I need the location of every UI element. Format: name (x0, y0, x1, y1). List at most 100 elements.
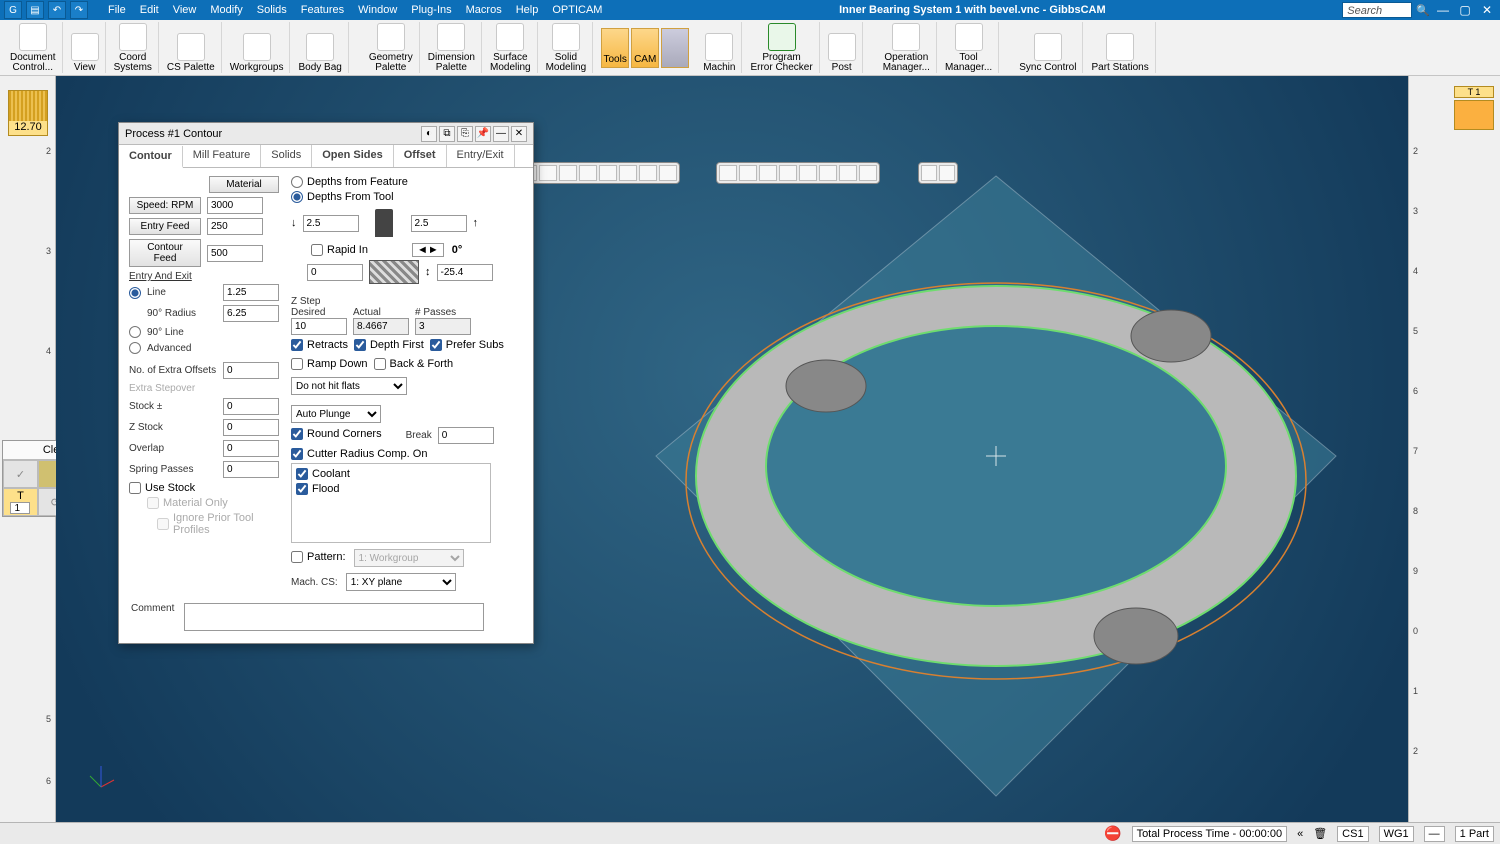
vt1-btn5[interactable] (599, 165, 617, 181)
radius-input[interactable] (223, 305, 279, 322)
clear-tool-t[interactable]: T (3, 488, 38, 516)
crc-check[interactable] (291, 448, 303, 460)
bottom-depth-1-input[interactable] (307, 264, 363, 281)
menu-file[interactable]: File (108, 4, 126, 16)
clear-tool-value[interactable] (10, 502, 30, 514)
menu-modify[interactable]: Modify (210, 4, 242, 16)
round-corners-check[interactable] (291, 428, 303, 440)
radio-90line[interactable] (129, 326, 141, 338)
contour-feed-input[interactable] (207, 245, 263, 262)
ribbon-solid-modeling[interactable]: SolidModeling (540, 22, 594, 73)
retracts-check[interactable] (291, 339, 303, 351)
ribbon-machin[interactable]: Machin (697, 22, 742, 73)
radio-depths-tool[interactable] (291, 191, 303, 203)
ribbon-part-stations[interactable]: Part Stations (1085, 22, 1155, 73)
ribbon-tools[interactable]: Tools (601, 28, 629, 68)
ribbon-workgroups[interactable]: Workgroups (224, 22, 291, 73)
ribbon-cam[interactable]: CAM (631, 28, 659, 68)
ribbon-geometry-palette[interactable]: GeometryPalette (363, 22, 420, 73)
dlg-close-icon[interactable]: ✕ (511, 126, 527, 142)
minimize-icon[interactable]: — (1434, 1, 1452, 19)
redo-icon[interactable]: ↷ (70, 1, 88, 19)
radio-depths-feature[interactable] (291, 176, 303, 188)
undo-icon[interactable]: ↶ (48, 1, 66, 19)
ribbon-tool-manager[interactable]: ToolManager... (939, 22, 999, 73)
dlg-btn-a[interactable]: ◐ (421, 126, 437, 142)
dlg-btn-b[interactable]: ⧉ (439, 126, 455, 142)
ribbon-coord-systems[interactable]: CoordSystems (108, 22, 159, 73)
ribbon-post[interactable]: Post (822, 22, 863, 73)
overlap-input[interactable] (223, 440, 279, 457)
menu-view[interactable]: View (173, 4, 197, 16)
tab-open-sides[interactable]: Open Sides (312, 145, 394, 167)
entry-feed-button[interactable]: Entry Feed (129, 218, 201, 235)
comment-input[interactable] (184, 603, 484, 631)
material-button[interactable]: Material (209, 176, 279, 193)
close-icon[interactable]: ✕ (1478, 1, 1496, 19)
search-input[interactable]: Search (1342, 2, 1412, 18)
break-input[interactable] (438, 427, 494, 444)
prefer-subs-check[interactable] (430, 339, 442, 351)
status-stop-icon[interactable]: ⛔ (1104, 825, 1121, 842)
ribbon-view[interactable]: View (65, 22, 106, 73)
menu-features[interactable]: Features (301, 4, 344, 16)
menu-opticam[interactable]: OPTICAM (552, 4, 602, 16)
coolant-check[interactable] (296, 468, 308, 480)
mach-cs-select[interactable]: 1: XY plane (346, 573, 456, 591)
speed-input[interactable] (207, 197, 263, 214)
top-depth-1-input[interactable] (303, 215, 359, 232)
maximize-icon[interactable]: ▢ (1456, 1, 1474, 19)
tab-solids[interactable]: Solids (261, 145, 312, 167)
right-tool-chip[interactable] (1454, 100, 1494, 130)
menu-plugins[interactable]: Plug-Ins (411, 4, 451, 16)
ribbon-palette-icon[interactable] (661, 28, 689, 68)
status-cs[interactable]: CS1 (1337, 826, 1368, 842)
dlg-minimize-icon[interactable]: — (493, 126, 509, 142)
clear-row-check-icon[interactable]: ✓ (3, 460, 38, 488)
status-wg[interactable]: WG1 (1379, 826, 1414, 842)
plunge-select[interactable]: Auto Plunge (291, 405, 381, 423)
ramp-down-check[interactable] (291, 358, 303, 370)
top-depth-2-input[interactable] (411, 215, 467, 232)
dlg-btn-copy-icon[interactable]: ⎘ (457, 126, 473, 142)
vt1-btn3[interactable] (559, 165, 577, 181)
spring-input[interactable] (223, 461, 279, 478)
dlg-pin-icon[interactable]: 📌 (475, 126, 491, 142)
menu-window[interactable]: Window (358, 4, 397, 16)
line-value-input[interactable] (223, 284, 279, 301)
tab-contour[interactable]: Contour (119, 146, 183, 168)
radio-line[interactable] (129, 287, 141, 299)
status-part[interactable]: 1 Part (1455, 826, 1494, 842)
menu-edit[interactable]: Edit (140, 4, 159, 16)
radio-advanced[interactable] (129, 342, 141, 354)
depth-first-check[interactable] (354, 339, 366, 351)
tab-entry-exit[interactable]: Entry/Exit (447, 145, 515, 167)
left-tool-chip[interactable]: 12.70 (8, 90, 48, 136)
status-collapse-icon[interactable]: « (1297, 828, 1303, 840)
stock-pm-input[interactable] (223, 398, 279, 415)
rapid-in-check[interactable] (311, 244, 323, 256)
ribbon-operation-manager[interactable]: OperationManager... (877, 22, 937, 73)
speed-button[interactable]: Speed: RPM (129, 197, 201, 214)
angle-toggle[interactable]: ◄► (412, 243, 444, 257)
save-icon[interactable]: ▤ (26, 1, 44, 19)
tab-mill-feature[interactable]: Mill Feature (183, 145, 261, 167)
search-go-icon[interactable]: 🔍 (1416, 4, 1430, 17)
ribbon-dimension-palette[interactable]: DimensionPalette (422, 22, 482, 73)
desired-input[interactable] (291, 318, 347, 335)
flats-select[interactable]: Do not hit flats (291, 377, 407, 395)
ribbon-program-checker[interactable]: ProgramError Checker (744, 22, 819, 73)
status-trash-icon[interactable]: 🗑 (1313, 827, 1327, 840)
pattern-check[interactable] (291, 551, 303, 563)
contour-feed-button[interactable]: Contour Feed (129, 239, 201, 267)
ribbon-body-bag[interactable]: Body Bag (292, 22, 348, 73)
tab-offset[interactable]: Offset (394, 145, 447, 167)
bottom-depth-2-input[interactable] (437, 264, 493, 281)
flood-check[interactable] (296, 483, 308, 495)
extra-offsets-input[interactable] (223, 362, 279, 379)
menu-solids[interactable]: Solids (257, 4, 287, 16)
vt1-btn4[interactable] (579, 165, 597, 181)
back-forth-check[interactable] (374, 358, 386, 370)
zstock-input[interactable] (223, 419, 279, 436)
menu-help[interactable]: Help (516, 4, 539, 16)
